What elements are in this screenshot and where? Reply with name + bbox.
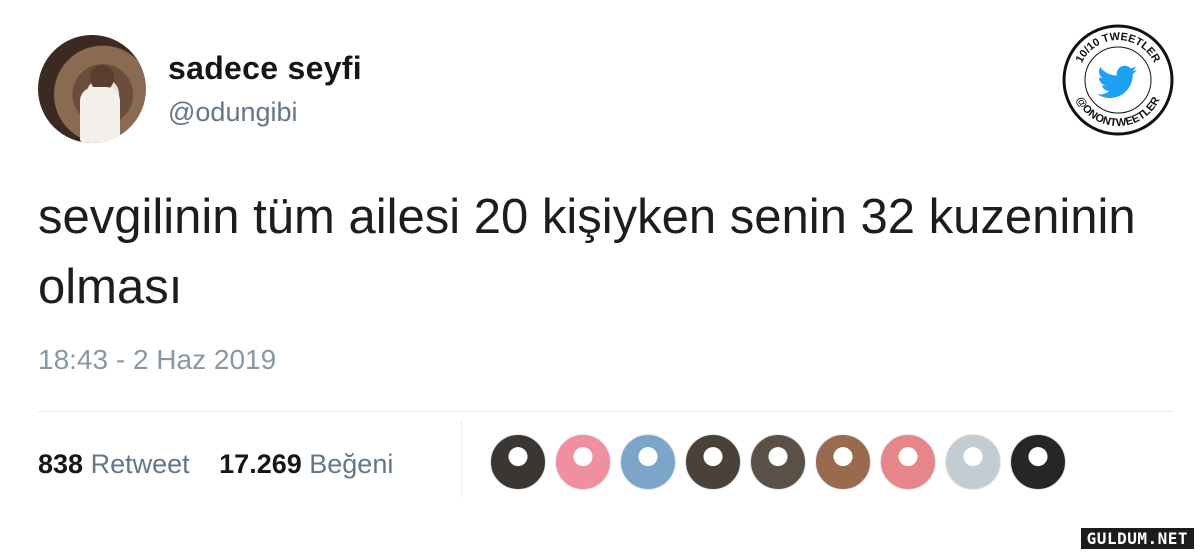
divider [38,411,1173,412]
liker-avatar[interactable] [880,434,936,490]
liker-avatar[interactable] [1010,434,1066,490]
display-name[interactable]: sadece seyfi [168,50,362,87]
liker-avatar[interactable] [750,434,806,490]
user-avatar[interactable] [38,35,146,143]
like-count: 17.269 [219,449,302,479]
user-handle[interactable]: @odungibi [168,97,298,128]
liker-avatar[interactable] [685,434,741,490]
liker-avatar[interactable] [815,434,871,490]
stats-divider [461,420,462,498]
retweet-label: Retweet [90,449,190,479]
tweet-timestamp[interactable]: 18:43 - 2 Haz 2019 [38,344,276,376]
likers-avatar-list [490,434,1075,492]
tweet-text: sevgilinin tüm ailesi 20 kişiyken senin … [38,190,1136,314]
tweetler-badge: 10/10 TWEETLER @ONONTWEETLER [1062,24,1174,136]
tweet-stats: 838 Retweet 17.269 Beğeni [38,449,415,480]
avatar-shirt [80,87,120,143]
liker-avatar[interactable] [555,434,611,490]
liker-avatar[interactable] [620,434,676,490]
retweet-count: 838 [38,449,84,479]
like-stat[interactable]: 17.269 Beğeni [219,449,393,480]
liker-avatar[interactable] [490,434,546,490]
like-label: Beğeni [309,449,394,479]
watermark: GULDUM.NET [1080,528,1194,549]
liker-avatar[interactable] [945,434,1001,490]
retweet-stat[interactable]: 838 Retweet [38,449,190,480]
